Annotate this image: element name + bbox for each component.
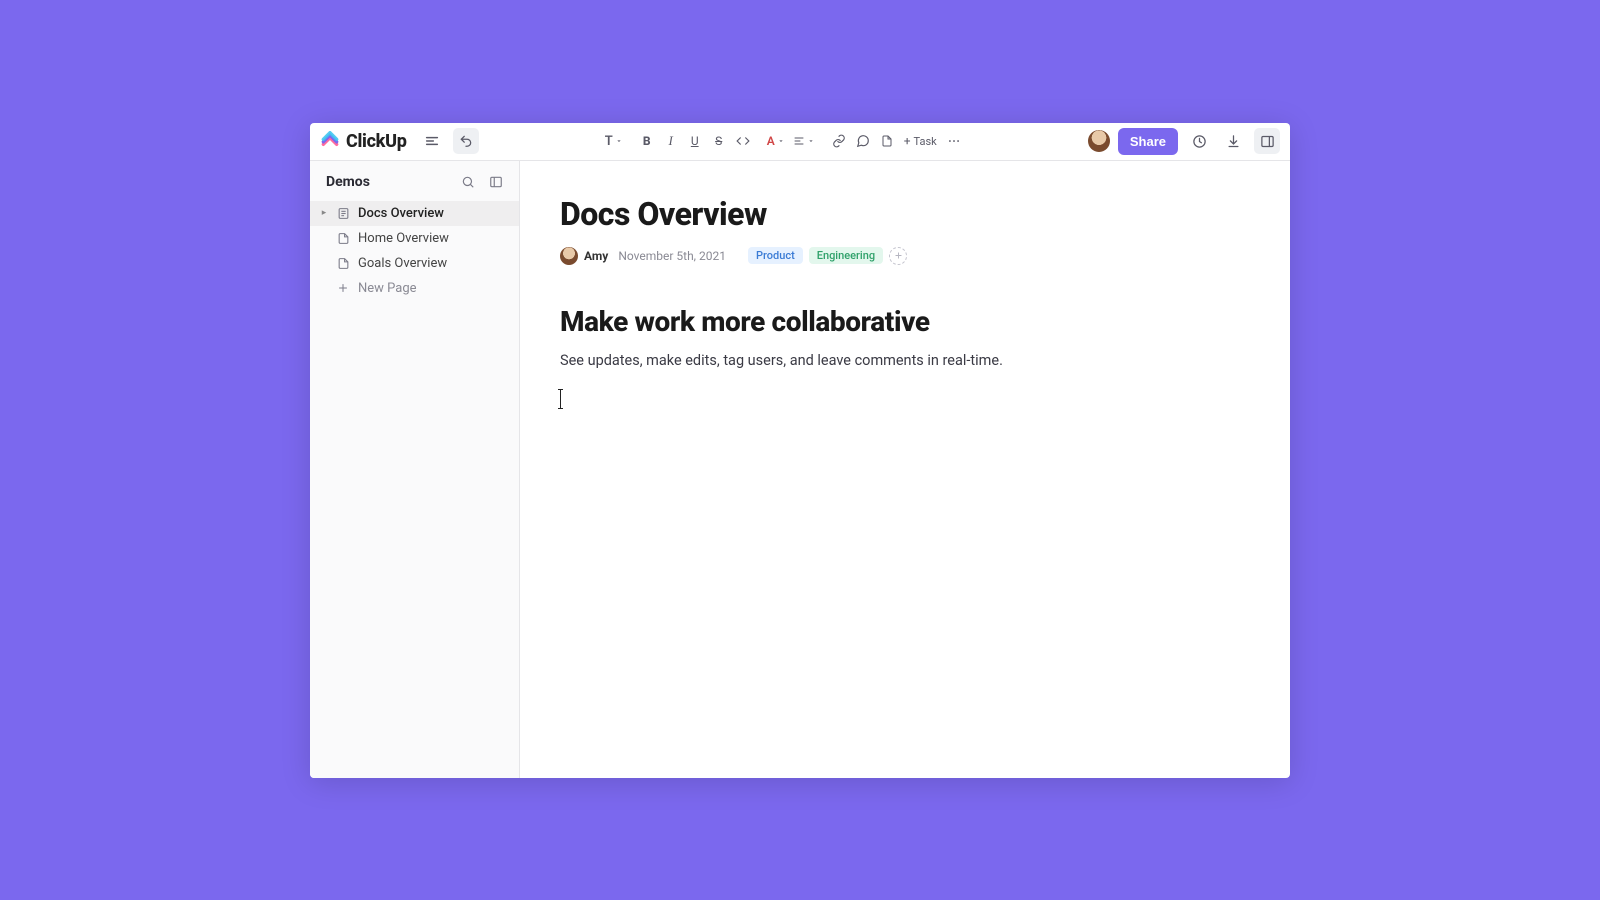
brand-logo[interactable]: ClickUp [320, 131, 407, 152]
doc-icon [336, 206, 350, 220]
link-button[interactable] [828, 129, 850, 153]
panel-toggle-button[interactable] [1254, 128, 1280, 154]
underline-button[interactable]: U [684, 129, 706, 153]
sidebar-collapse-button[interactable] [485, 171, 507, 193]
sidebar-item-label: Goals Overview [358, 256, 447, 271]
comment-button[interactable] [852, 129, 874, 153]
doc-title[interactable]: Docs Overview [560, 195, 1250, 233]
author-avatar [560, 247, 578, 265]
sidebar-nav-list: ▸ Docs Overview Home Overview [310, 201, 519, 301]
code-button[interactable] [732, 129, 754, 153]
share-button[interactable]: Share [1118, 128, 1178, 155]
doc-date: November 5th, 2021 [618, 249, 726, 263]
doc-paragraph[interactable]: See updates, make edits, tag users, and … [560, 350, 1250, 372]
tag-engineering[interactable]: Engineering [809, 247, 883, 264]
align-dropdown[interactable] [790, 129, 818, 153]
topbar-right: Share [1088, 128, 1280, 155]
user-avatar[interactable] [1088, 130, 1110, 152]
tag-product[interactable]: Product [748, 247, 803, 264]
sidebar: Demos ▸ Docs Overview [310, 161, 520, 778]
caret-icon: ▸ [320, 208, 328, 218]
sidebar-search-button[interactable] [457, 171, 479, 193]
sidebar-item-label: Docs Overview [358, 206, 444, 221]
text-color-dropdown[interactable]: A [764, 129, 788, 153]
format-toolbar: T B I U S A [487, 129, 1080, 153]
text-cursor-icon [560, 390, 561, 408]
topbar: ClickUp T B I U S A [310, 123, 1290, 161]
doc-icon [336, 231, 350, 245]
doc-tags: Product Engineering [748, 247, 907, 265]
plus-icon [336, 281, 350, 295]
new-page-button[interactable]: New Page [310, 276, 519, 301]
sidebar-item-docs-overview[interactable]: ▸ Docs Overview [310, 201, 519, 226]
brand-name: ClickUp [346, 131, 407, 152]
text-style-dropdown[interactable]: T [602, 129, 626, 153]
body: Demos ▸ Docs Overview [310, 161, 1290, 778]
attach-button[interactable] [876, 129, 898, 153]
undo-button[interactable] [453, 128, 479, 154]
italic-button[interactable]: I [660, 129, 682, 153]
app-window: ClickUp T B I U S A [310, 123, 1290, 778]
bold-button[interactable]: B [636, 129, 658, 153]
more-options-button[interactable] [943, 129, 965, 153]
document-content[interactable]: Docs Overview Amy November 5th, 2021 Pro… [520, 161, 1290, 778]
doc-icon [336, 256, 350, 270]
add-task-button[interactable]: + Task [900, 134, 941, 148]
download-button[interactable] [1220, 128, 1246, 154]
sidebar-item-label: Home Overview [358, 231, 449, 246]
new-page-label: New Page [358, 281, 417, 296]
history-button[interactable] [1186, 128, 1212, 154]
strikethrough-button[interactable]: S [708, 129, 730, 153]
sidebar-item-goals-overview[interactable]: Goals Overview [310, 251, 519, 276]
add-task-label: Task [914, 135, 937, 148]
add-tag-button[interactable] [889, 247, 907, 265]
sidebar-header: Demos [310, 161, 519, 201]
author-name: Amy [584, 249, 608, 263]
doc-author[interactable]: Amy [560, 247, 608, 265]
menu-button[interactable] [419, 128, 445, 154]
sidebar-item-home-overview[interactable]: Home Overview [310, 226, 519, 251]
doc-heading[interactable]: Make work more collaborative [560, 305, 1250, 338]
doc-meta-row: Amy November 5th, 2021 Product Engineeri… [560, 247, 1250, 265]
space-name: Demos [326, 174, 370, 190]
clickup-logo-icon [320, 131, 340, 151]
